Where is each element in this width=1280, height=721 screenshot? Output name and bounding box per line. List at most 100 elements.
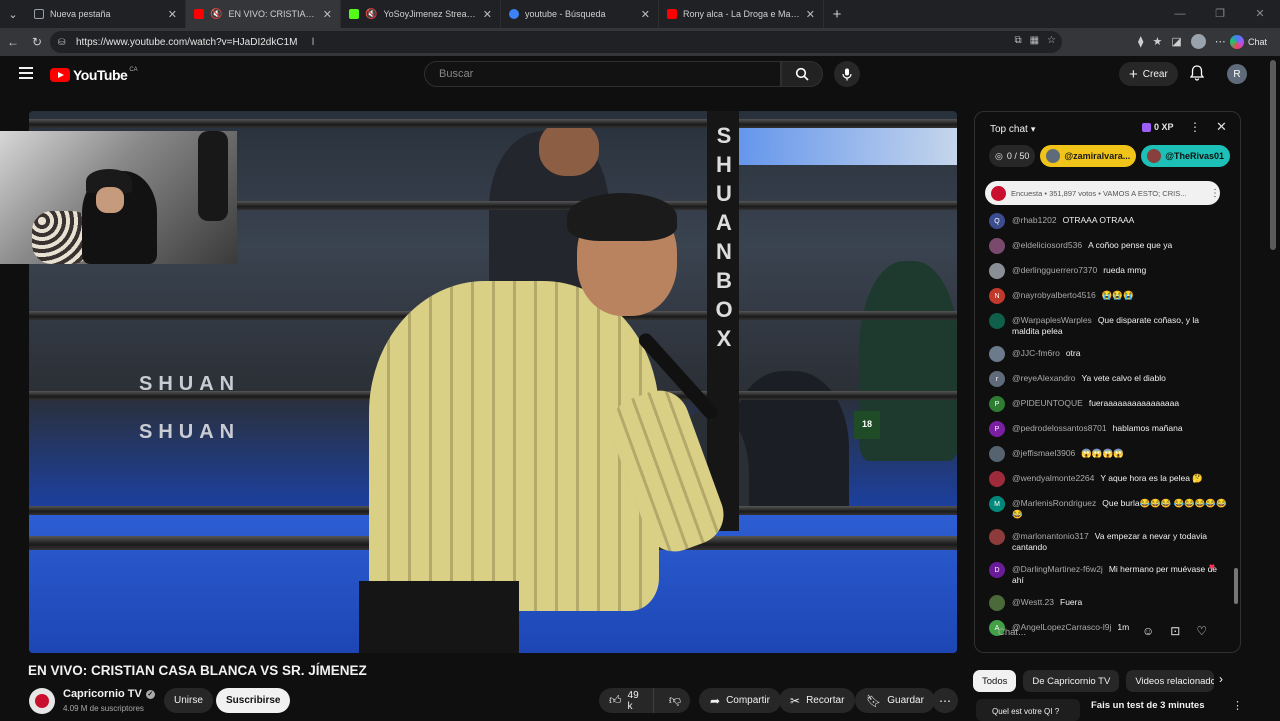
share-button[interactable]: ➦ Compartir: [699, 688, 781, 713]
poll-options-icon[interactable]: ⋮: [1210, 188, 1220, 199]
chat-author-avatar[interactable]: N: [989, 288, 1005, 304]
like-button[interactable]: 👍︎ 49 k: [599, 688, 654, 713]
new-tab-plus-icon[interactable]: +: [824, 6, 850, 23]
collections-icon[interactable]: ◪: [1171, 35, 1181, 48]
chat-author-name[interactable]: @Westt.23: [1012, 597, 1054, 607]
chat-author-avatar[interactable]: [989, 313, 1005, 329]
close-tab-icon[interactable]: ✕: [168, 8, 177, 21]
chat-author-name[interactable]: @WarpaplesWarples: [1012, 315, 1092, 325]
chip-all[interactable]: Todos: [973, 670, 1017, 692]
chat-author-name[interactable]: @pedrodelossantos8701: [1012, 423, 1107, 433]
chat-author-avatar[interactable]: P: [989, 396, 1005, 412]
favorite-star-icon[interactable]: ☆: [1047, 35, 1056, 46]
chat-author-avatar[interactable]: [989, 529, 1005, 545]
notifications-bell-icon[interactable]: [1188, 65, 1206, 83]
more-actions-button[interactable]: ⋯: [932, 688, 958, 713]
chat-author-avatar[interactable]: M: [989, 496, 1005, 512]
chat-message[interactable]: N @nayrobyalberto4516 😭😭😭: [989, 288, 1227, 304]
chat-author-avatar[interactable]: [989, 446, 1005, 462]
address-bar[interactable]: ⛁ https://www.youtube.com/watch?v=HJaDI2…: [50, 31, 1062, 53]
save-button[interactable]: 🔖︎ Guardar: [855, 688, 935, 713]
chat-message[interactable]: r @reyeAlexandro Ya vete calvo el diablo: [989, 371, 1227, 387]
ticker-item[interactable]: @zamiralvara...: [1040, 145, 1137, 167]
back-arrow-icon[interactable]: ←: [2, 31, 24, 53]
recommended-thumbnail[interactable]: Quel est votre QI ?: [976, 699, 1080, 721]
chat-input[interactable]: Chat...: [985, 620, 1143, 644]
chat-message[interactable]: @jeffismael3906 😱😱😱😱: [989, 446, 1227, 462]
close-window-icon[interactable]: ✕: [1240, 0, 1280, 28]
chat-options-icon[interactable]: ⋮: [1189, 120, 1201, 134]
chat-author-name[interactable]: @JJC-fm6ro: [1012, 348, 1060, 358]
tab-search[interactable]: youtube - Búsqueda ✕: [501, 0, 659, 28]
close-tab-icon[interactable]: ✕: [641, 8, 650, 21]
chat-message[interactable]: @derlingguerrero7370 rueda mmg: [989, 263, 1227, 279]
chat-message[interactable]: M @MarlenisRondriguez Que burla😂😂😂 😂😂😂😂😂😂: [989, 496, 1227, 520]
subscribe-button[interactable]: Suscribirse: [216, 688, 291, 713]
voice-search-button[interactable]: [834, 61, 860, 87]
chat-author-avatar[interactable]: Q: [989, 213, 1005, 229]
chat-author-name[interactable]: @eldeliciosord536: [1012, 240, 1082, 250]
url-text[interactable]: https://www.youtube.com/watch?v=HJaDI2dk…: [76, 37, 297, 48]
chat-author-name[interactable]: @MarlenisRondriguez: [1012, 498, 1096, 508]
chat-author-name[interactable]: @PIDEUNTOQUE: [1012, 398, 1083, 408]
tab-youtube-live[interactable]: 🔇 EN VIVO: CRISTIAN CASA BLANCA ✕: [186, 0, 341, 28]
tab-kick-stream[interactable]: 🔇 YoSoyJimenez Stream - Watch ✕: [341, 0, 501, 28]
chat-author-name[interactable]: @wendyalmonte2264: [1012, 473, 1094, 483]
heart-reaction-icon[interactable]: ♡: [1196, 624, 1207, 638]
chat-author-name[interactable]: @nayrobyalberto4516: [1012, 290, 1096, 300]
tab-music-video[interactable]: Rony alca - La Droga e Mala ( Video ✕: [659, 0, 824, 28]
chat-author-avatar[interactable]: D: [989, 562, 1005, 578]
chat-author-name[interactable]: @jeffismael3906: [1012, 448, 1075, 458]
account-avatar[interactable]: R: [1227, 64, 1247, 84]
close-chat-icon[interactable]: ✕: [1216, 119, 1227, 135]
chip-related[interactable]: Videos relacionados: [1126, 670, 1215, 692]
reader-view-icon[interactable]: ▦: [1030, 35, 1039, 46]
muted-speaker-icon[interactable]: 🔇: [210, 9, 222, 20]
chat-author-avatar[interactable]: [989, 471, 1005, 487]
minimize-icon[interactable]: —: [1160, 0, 1200, 28]
more-menu-icon[interactable]: ⋯: [1215, 35, 1226, 48]
reload-icon[interactable]: ↻: [26, 31, 48, 53]
emoji-icon[interactable]: ☺: [1142, 624, 1154, 638]
muted-speaker-icon[interactable]: 🔇: [365, 9, 377, 20]
clip-button[interactable]: ✂ Recortar: [779, 688, 856, 713]
chat-scrollbar[interactable]: [1233, 178, 1239, 616]
chat-message[interactable]: @wendyalmonte2264 Y aque hora es la pelea…: [989, 471, 1227, 487]
poll-banner[interactable]: Encuesta • 351,897 votos • VAMOS A ESTO;…: [985, 181, 1220, 205]
recommended-title[interactable]: Fais un test de 3 minutes: [1091, 700, 1205, 711]
channel-avatar[interactable]: [29, 688, 55, 714]
chat-scroll-thumb[interactable]: [1234, 568, 1238, 604]
chat-author-avatar[interactable]: r: [989, 371, 1005, 387]
super-chat-icon[interactable]: ⊡: [1170, 624, 1180, 638]
tab-new-tab[interactable]: Nueva pestaña ✕: [26, 0, 186, 28]
extensions-icon[interactable]: ⧫: [1138, 35, 1143, 48]
chat-message[interactable]: P @pedrodelossantos8701 hablamos mañana: [989, 421, 1227, 437]
maximize-icon[interactable]: ❐: [1200, 0, 1240, 28]
tab-search-menu-icon[interactable]: ⌄: [0, 0, 26, 28]
chat-message[interactable]: P @PIDEUNTOQUE fueraaaaaaaaaaaaaaaa: [989, 396, 1227, 412]
channel-name-link[interactable]: Capricornio TV ✓: [63, 688, 155, 700]
chat-message[interactable]: @JJC-fm6ro otra: [989, 346, 1227, 362]
gift-progress-pill[interactable]: ◎ 0 / 50: [989, 145, 1036, 167]
chat-author-avatar[interactable]: [989, 595, 1005, 611]
join-button[interactable]: Unirse: [164, 688, 213, 713]
chat-author-avatar[interactable]: P: [989, 421, 1005, 437]
chat-message[interactable]: Q @rhab1202 OTRAAA OTRAAA: [989, 213, 1227, 229]
favorites-icon[interactable]: ★: [1152, 35, 1162, 48]
ticker-item[interactable]: @TheRivas01: [1141, 145, 1231, 167]
chat-author-avatar[interactable]: [989, 346, 1005, 362]
xp-badge[interactable]: 0 XP: [1142, 122, 1174, 132]
search-input[interactable]: Buscar: [424, 61, 781, 87]
chat-author-avatar[interactable]: [989, 238, 1005, 254]
chat-author-name[interactable]: @derlingguerrero7370: [1012, 265, 1097, 275]
create-button[interactable]: + Crear: [1119, 62, 1178, 86]
chat-message[interactable]: @Westt.23 Fuera: [989, 595, 1227, 611]
search-button[interactable]: [781, 61, 823, 87]
chat-author-name[interactable]: @rhab1202: [1012, 215, 1057, 225]
close-tab-icon[interactable]: ✕: [806, 8, 815, 21]
chat-author-name[interactable]: @DarlingMartinez-f6w2j: [1012, 564, 1103, 574]
youtube-logo[interactable]: YouTube CA: [50, 67, 138, 83]
recommended-options-icon[interactable]: ⋮: [1232, 699, 1243, 712]
chat-author-name[interactable]: @reyeAlexandro: [1012, 373, 1075, 383]
profile-avatar-icon[interactable]: [1190, 34, 1206, 49]
